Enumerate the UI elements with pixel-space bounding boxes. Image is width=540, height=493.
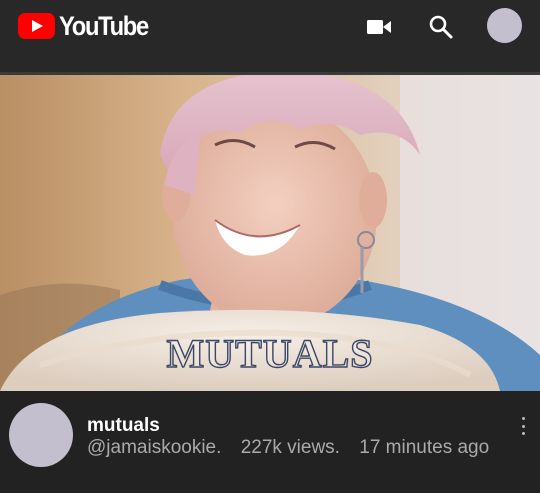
- channel-handle[interactable]: @jamaiskookie.: [87, 437, 221, 458]
- youtube-logo[interactable]: YouTube: [18, 11, 160, 41]
- video-title[interactable]: mutuals: [87, 415, 160, 437]
- thumbnail-title-overlay: MUTUALS: [166, 330, 374, 376]
- upload-age: 17 minutes ago: [359, 437, 490, 458]
- play-logo-icon: [18, 13, 55, 39]
- search-icon[interactable]: [426, 12, 456, 42]
- channel-avatar[interactable]: [9, 403, 73, 467]
- video-camera-icon[interactable]: [364, 12, 394, 42]
- video-meta: mutuals @jamaiskookie. 227k views. 17 mi…: [0, 391, 540, 493]
- view-count: 227k views.: [240, 437, 340, 458]
- more-options-icon[interactable]: [516, 415, 530, 437]
- top-app-bar: YouTube: [0, 0, 540, 72]
- video-info-line: @jamaiskookie. 227k views. 17 minutes ag…: [87, 437, 503, 459]
- account-avatar[interactable]: [487, 8, 522, 43]
- video-thumbnail[interactable]: MUTUALS: [0, 75, 540, 391]
- logo-text: YouTube: [59, 10, 149, 41]
